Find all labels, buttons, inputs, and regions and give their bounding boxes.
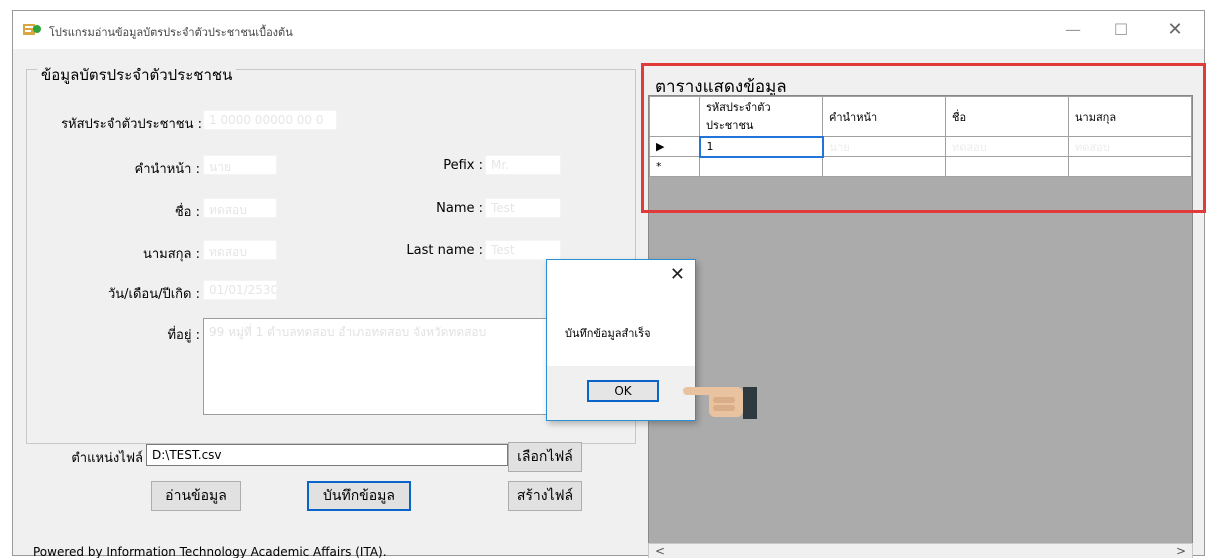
- name-th-label: ชื่อ :: [174, 205, 200, 220]
- footer-credit: Powered by Information Technology Academ…: [33, 545, 387, 558]
- lastname-en-label: Last name :: [406, 243, 483, 258]
- birthdate-label: วัน/เดือน/ปีเกิด :: [107, 287, 200, 302]
- prefix-th-field[interactable]: นาย: [203, 155, 277, 175]
- read-data-button[interactable]: อ่านข้อมูล: [151, 481, 241, 511]
- table-cell[interactable]: นาย: [822, 136, 946, 157]
- window-title: โปรแกรมอ่านข้อมูลบัตรประจำตัวประชาชนเบื้…: [49, 26, 293, 39]
- prefix-en-field[interactable]: Mr.: [485, 155, 561, 175]
- lastname-th-field[interactable]: ทดสอบ: [203, 240, 277, 260]
- dialog-close-button[interactable]: ✕: [670, 264, 685, 285]
- maximize-button[interactable]: ☐: [1101, 17, 1141, 43]
- column-header[interactable]: คำนำหน้า: [822, 96, 946, 137]
- dialog-message: บันทึกข้อมูลสำเร็จ: [565, 327, 651, 340]
- file-path-input[interactable]: D:\TEST.csv: [146, 444, 508, 466]
- main-window: โปรแกรมอ่านข้อมูลบัตรประจำตัวประชาชนเบื้…: [12, 10, 1206, 558]
- group-title: ข้อมูลบัตรประจำตัวประชาชน: [37, 63, 237, 87]
- scroll-left-icon[interactable]: <: [655, 544, 665, 558]
- table-row[interactable]: *: [649, 156, 1192, 177]
- table-cell[interactable]: 1: [698, 135, 824, 158]
- table-cell[interactable]: [822, 156, 946, 177]
- data-table: รหัสประจำตัว ประชาชน คำนำหน้า ชื่อ นามสก…: [649, 96, 1192, 177]
- address-textarea[interactable]: 99 หมู่ที่ 1 ตำบลทดสอบ อำเภอทดสอบ จังหวั…: [203, 318, 597, 415]
- birthdate-field[interactable]: 01/01/2530: [203, 280, 277, 300]
- address-label: ที่อยู่ :: [167, 328, 200, 343]
- new-row-icon[interactable]: *: [649, 156, 700, 177]
- lastname-en-field[interactable]: Test: [485, 240, 561, 260]
- row-selector-icon[interactable]: ▶: [649, 136, 700, 157]
- choose-file-button[interactable]: เลือกไฟล์: [508, 442, 582, 472]
- citizen-id-label: รหัสประจำตัวประชาชน :: [61, 117, 202, 132]
- table-row[interactable]: ▶ 1 นาย ทดสอบ ทดสอบ: [649, 135, 1192, 158]
- horizontal-scrollbar[interactable]: < >: [648, 543, 1193, 558]
- citizen-id-field[interactable]: 1 0000 00000 00 0: [203, 110, 337, 130]
- app-icon: [23, 24, 41, 35]
- create-file-button[interactable]: สร้างไฟล์: [508, 481, 582, 511]
- name-th-field[interactable]: ทดสอบ: [203, 198, 277, 218]
- row-header-corner: [649, 96, 700, 137]
- name-en-label: Name :: [436, 201, 483, 216]
- table-cell[interactable]: [699, 156, 823, 177]
- name-en-field[interactable]: Test: [485, 198, 561, 218]
- header-row: รหัสประจำตัว ประชาชน คำนำหน้า ชื่อ นามสก…: [649, 96, 1192, 137]
- data-grid[interactable]: รหัสประจำตัว ประชาชน คำนำหน้า ชื่อ นามสก…: [648, 95, 1193, 545]
- table-cell[interactable]: [945, 156, 1069, 177]
- table-cell[interactable]: ทดสอบ: [1068, 136, 1192, 157]
- scroll-right-icon[interactable]: >: [1176, 544, 1186, 558]
- file-path-label: ตำแหน่งไฟล์: [71, 451, 143, 466]
- save-data-button[interactable]: บันทึกข้อมูล: [307, 481, 411, 511]
- ok-button[interactable]: OK: [587, 380, 659, 402]
- prefix-th-label: คำนำหน้า :: [134, 162, 200, 177]
- close-button[interactable]: ✕: [1155, 17, 1195, 43]
- pointing-hand-icon: [683, 387, 757, 419]
- table-cell[interactable]: ทดสอบ: [945, 136, 1069, 157]
- column-header[interactable]: นามสกุล: [1068, 96, 1192, 137]
- column-header[interactable]: ชื่อ: [945, 96, 1069, 137]
- lastname-th-label: นามสกุล :: [142, 247, 200, 262]
- table-cell[interactable]: [1068, 156, 1192, 177]
- column-header[interactable]: รหัสประจำตัว ประชาชน: [699, 96, 823, 137]
- title-bar: โปรแกรมอ่านข้อมูลบัตรประจำตัวประชาชนเบื้…: [13, 11, 1204, 49]
- minimize-button[interactable]: —: [1053, 17, 1093, 43]
- prefix-en-label: Pefix :: [443, 158, 483, 173]
